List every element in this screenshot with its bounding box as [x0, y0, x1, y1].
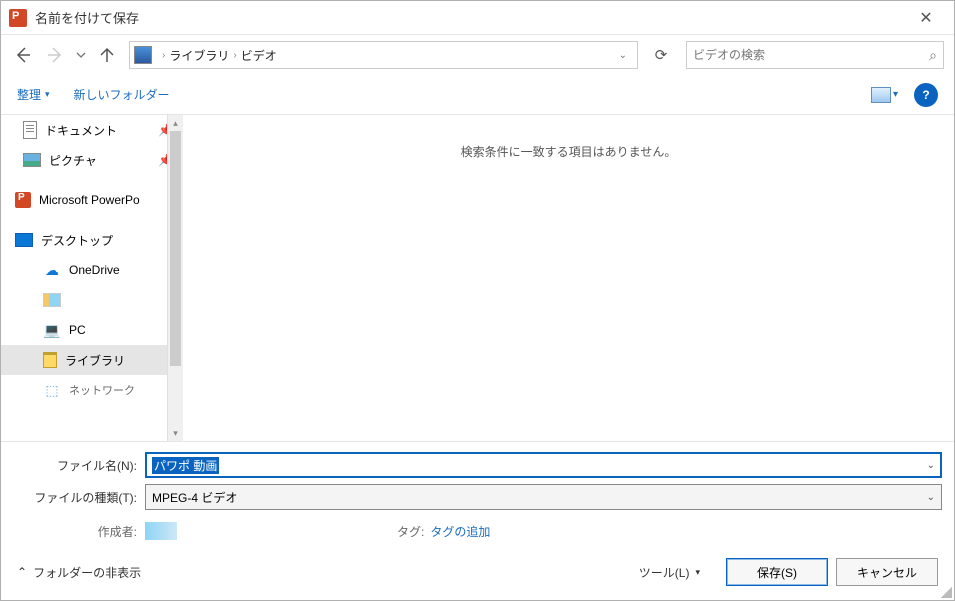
- sidebar-item-powerpoint[interactable]: Microsoft PowerPo: [1, 185, 183, 215]
- document-icon: [23, 121, 37, 139]
- hide-folders-button[interactable]: ⌃ フォルダーの非表示: [17, 564, 141, 581]
- filename-value: パワポ 動画: [152, 457, 219, 474]
- tags-label: タグ:: [397, 523, 424, 540]
- sidebar-item-documents[interactable]: ドキュメント 📌: [1, 115, 183, 145]
- back-button[interactable]: [9, 41, 37, 69]
- search-box[interactable]: ⌕: [686, 41, 944, 69]
- sidebar-item-pictures[interactable]: ピクチャ 📌: [1, 145, 183, 175]
- filename-row: ファイル名(N): パワポ 動画 ⌄: [13, 452, 942, 478]
- onedrive-icon: ☁: [43, 261, 61, 279]
- chevron-right-icon: ›: [233, 50, 236, 61]
- help-button[interactable]: ?: [914, 83, 938, 107]
- close-button[interactable]: ✕: [906, 1, 946, 35]
- author-label: 作成者:: [13, 523, 145, 540]
- scroll-thumb[interactable]: [170, 131, 181, 366]
- save-as-dialog: 名前を付けて保存 ✕ › ライブラリ › ビデオ ⌄ ⟳ ⌕: [0, 0, 955, 601]
- save-button[interactable]: 保存(S): [726, 558, 828, 586]
- filetype-label: ファイルの種類(T):: [13, 489, 145, 506]
- network-icon: ⬚: [43, 381, 61, 399]
- filetype-select[interactable]: MPEG-4 ビデオ ⌄: [145, 484, 942, 510]
- nav-row: › ライブラリ › ビデオ ⌄ ⟳ ⌕: [1, 35, 954, 75]
- user-icon: [43, 293, 61, 307]
- library-icon: [43, 352, 57, 368]
- scroll-up-icon[interactable]: ▴: [168, 115, 183, 131]
- dialog-body: ドキュメント 📌 ピクチャ 📌 Microsoft PowerPo デスクトップ…: [1, 115, 954, 442]
- desktop-icon: [15, 233, 33, 247]
- window-title: 名前を付けて保存: [35, 8, 906, 27]
- app-icon: [9, 9, 27, 27]
- view-mode-button[interactable]: [871, 87, 891, 103]
- tools-menu[interactable]: ツール(L) ▾: [639, 564, 700, 581]
- forward-button[interactable]: [41, 41, 69, 69]
- recent-dropdown[interactable]: [73, 41, 89, 69]
- picture-icon: [23, 153, 41, 167]
- filetype-row: ファイルの種類(T): MPEG-4 ビデオ ⌄: [13, 484, 942, 510]
- organize-menu[interactable]: 整理 ▾: [17, 86, 50, 103]
- meta-row: 作成者: タグ: タグの追加: [13, 516, 942, 544]
- cancel-button[interactable]: キャンセル: [836, 558, 938, 586]
- powerpoint-icon: [15, 192, 31, 208]
- chevron-right-icon: ›: [162, 50, 165, 61]
- filename-input[interactable]: パワポ 動画 ⌄: [145, 452, 942, 478]
- sidebar-scrollbar[interactable]: ▴ ▾: [167, 115, 183, 441]
- empty-message: 検索条件に一致する項目はありません。: [461, 143, 677, 160]
- footer: ⌃ フォルダーの非表示 ツール(L) ▾ 保存(S) キャンセル: [1, 544, 954, 600]
- chevron-up-icon: ⌃: [17, 565, 27, 579]
- new-folder-button[interactable]: 新しいフォルダー: [74, 86, 170, 103]
- sidebar-item-library[interactable]: ライブラリ: [1, 345, 183, 375]
- sidebar: ドキュメント 📌 ピクチャ 📌 Microsoft PowerPo デスクトップ…: [1, 115, 183, 441]
- view-mode-dropdown[interactable]: ▾: [893, 89, 898, 100]
- form-area: ファイル名(N): パワポ 動画 ⌄ ファイルの種類(T): MPEG-4 ビデ…: [1, 442, 954, 544]
- breadcrumb[interactable]: › ライブラリ › ビデオ ⌄: [129, 41, 638, 69]
- location-icon: [134, 46, 152, 64]
- content-pane: 検索条件に一致する項目はありません。: [183, 115, 954, 441]
- filename-label: ファイル名(N):: [13, 457, 145, 474]
- breadcrumb-dropdown[interactable]: ⌄: [613, 50, 633, 61]
- sidebar-item-desktop[interactable]: デスクトップ: [1, 225, 183, 255]
- sidebar-item-pc[interactable]: 💻 PC: [1, 315, 183, 345]
- sidebar-item-network[interactable]: ⬚ ネットワーク: [1, 375, 183, 405]
- toolbar: 整理 ▾ 新しいフォルダー ▾ ?: [1, 75, 954, 115]
- breadcrumb-video[interactable]: ビデオ: [241, 47, 277, 64]
- tags-add-link[interactable]: タグの追加: [430, 523, 490, 540]
- scroll-down-icon[interactable]: ▾: [168, 425, 183, 441]
- search-input[interactable]: [693, 48, 929, 62]
- search-icon[interactable]: ⌕: [929, 47, 937, 64]
- chevron-down-icon: ▾: [695, 567, 700, 578]
- sidebar-item-user[interactable]: [1, 285, 183, 315]
- filetype-value: MPEG-4 ビデオ: [152, 489, 237, 506]
- titlebar: 名前を付けて保存 ✕: [1, 1, 954, 35]
- pc-icon: 💻: [43, 321, 61, 339]
- sidebar-item-onedrive[interactable]: ☁ OneDrive: [1, 255, 183, 285]
- chevron-down-icon: ▾: [45, 89, 50, 100]
- chevron-down-icon[interactable]: ⌄: [927, 460, 935, 471]
- up-button[interactable]: [93, 41, 121, 69]
- breadcrumb-library[interactable]: ライブラリ: [169, 47, 229, 64]
- author-value[interactable]: [145, 522, 177, 540]
- chevron-down-icon[interactable]: ⌄: [927, 492, 935, 503]
- resize-grip[interactable]: [938, 584, 952, 598]
- refresh-button[interactable]: ⟳: [646, 41, 676, 69]
